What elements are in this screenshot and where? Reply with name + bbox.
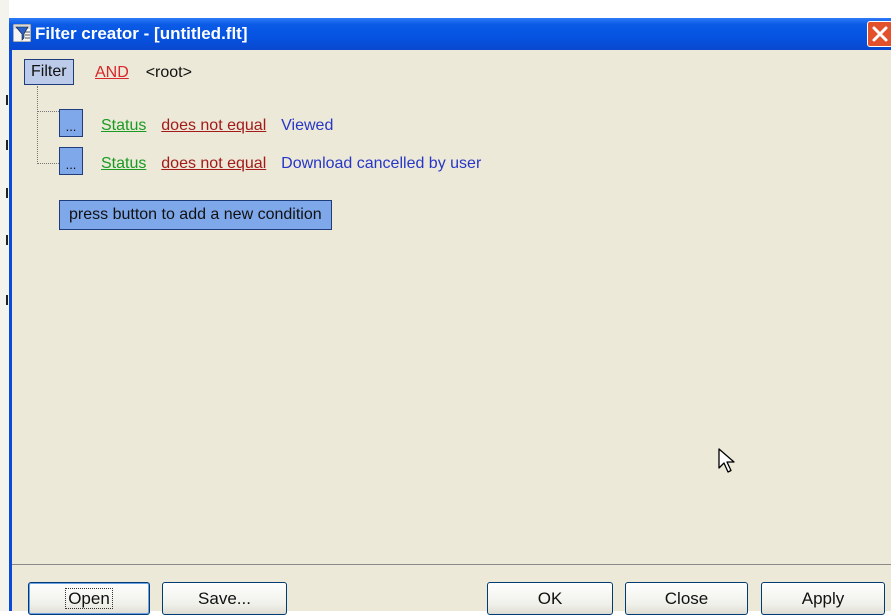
root-operator-link[interactable]: AND: [95, 64, 129, 81]
add-condition-button[interactable]: press button to add a new condition: [59, 200, 332, 230]
close-button[interactable]: Close: [625, 582, 748, 615]
condition-operator-link[interactable]: does not equal: [161, 155, 266, 172]
open-button[interactable]: Open: [28, 582, 150, 615]
condition-value[interactable]: Viewed: [281, 117, 333, 134]
window-title: Filter creator - [untitled.flt]: [35, 24, 248, 43]
background-mark: [6, 140, 8, 150]
filter-creator-window: Filter creator - [untitled.flt] Filter A…: [9, 18, 891, 615]
filter-app-icon: [13, 24, 31, 42]
apply-button[interactable]: Apply: [761, 582, 885, 615]
background-mark: [6, 235, 8, 245]
ok-button[interactable]: OK: [487, 582, 613, 615]
filter-root-type[interactable]: Filter: [24, 59, 74, 85]
save-button[interactable]: Save...: [162, 582, 287, 615]
background-mark: [6, 188, 8, 198]
root-name: <root>: [145, 64, 192, 81]
condition-field-link[interactable]: Status: [101, 155, 146, 172]
open-button-label: Open: [65, 588, 113, 609]
condition-row: Status does not equal Viewed: [101, 116, 333, 136]
close-window-button[interactable]: [867, 21, 891, 47]
client-area: Filter AND <root> ... Status does not eq…: [12, 50, 891, 615]
condition-row: Status does not equal Download cancelled…: [101, 154, 481, 174]
background-mark: [6, 95, 8, 105]
title-bar[interactable]: Filter creator - [untitled.flt]: [9, 18, 891, 50]
background-window-edge: [0, 0, 9, 611]
mouse-pointer-icon: [718, 448, 735, 473]
tree-connector: [37, 163, 59, 164]
condition-operator-link[interactable]: does not equal: [161, 117, 266, 134]
condition-field-link[interactable]: Status: [101, 117, 146, 134]
close-icon: [872, 26, 888, 42]
root-node: AND <root>: [95, 63, 192, 83]
background-mark: [6, 295, 8, 305]
condition-menu-button[interactable]: ...: [59, 109, 83, 137]
tree-connector: [37, 111, 59, 112]
condition-menu-button[interactable]: ...: [59, 147, 83, 175]
tree-connector: [37, 86, 38, 164]
condition-value[interactable]: Download cancelled by user: [281, 155, 481, 172]
button-bar-separator: [12, 564, 891, 565]
